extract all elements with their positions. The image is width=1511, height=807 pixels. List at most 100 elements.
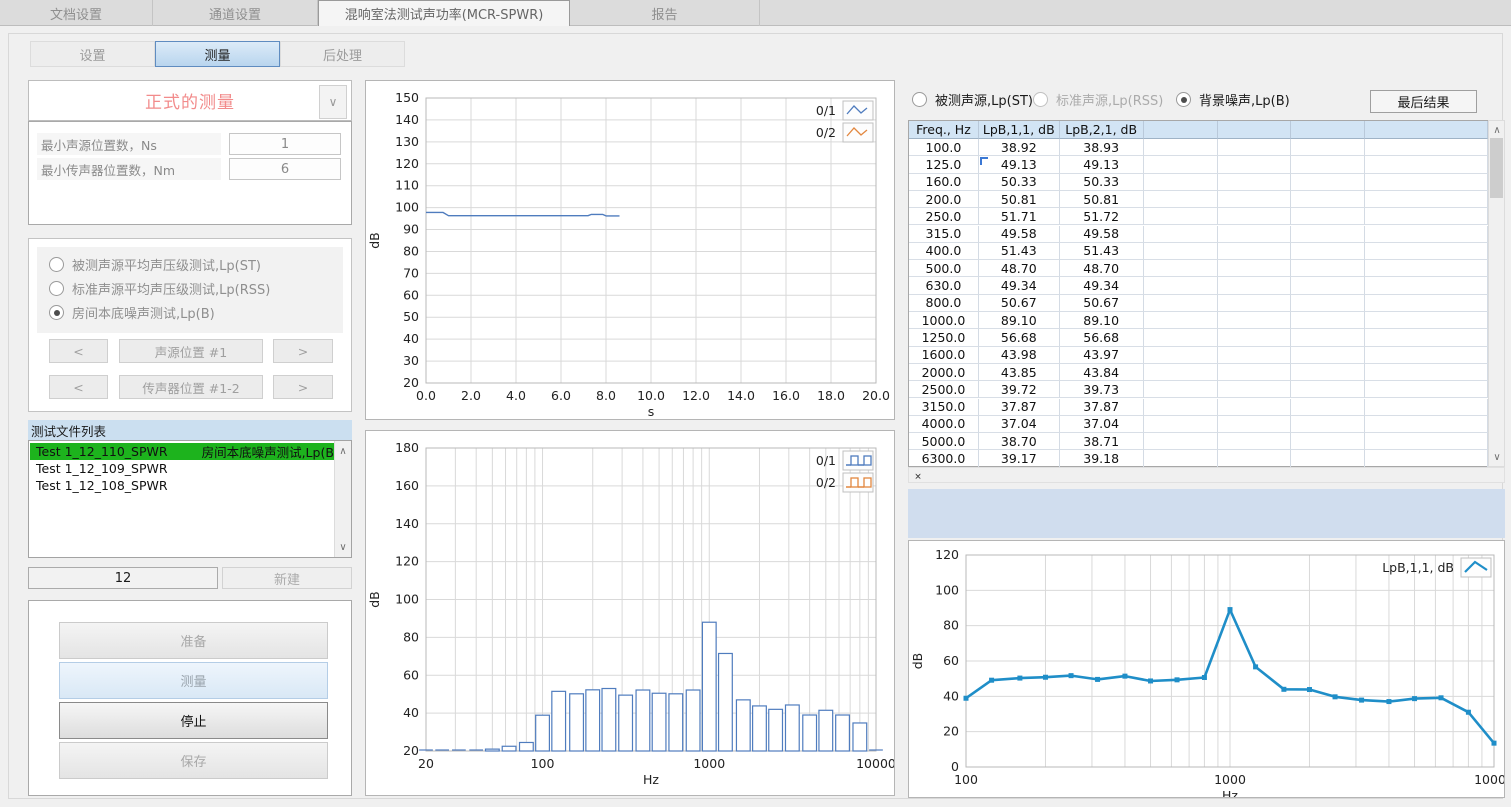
table-cell[interactable] (1218, 156, 1291, 173)
file-list-item[interactable]: Test 1_12_110_SPWR房间本底噪声测试,Lp(B) (30, 443, 336, 460)
test-type-radio[interactable]: 被测声源平均声压级测试,Lp(ST) (49, 255, 261, 274)
table-row[interactable]: 500.048.7048.70 (909, 260, 1488, 277)
table-cell[interactable] (1291, 139, 1365, 156)
table-cell[interactable] (1365, 364, 1488, 381)
table-cell[interactable]: 89.10 (979, 312, 1060, 329)
table-cell[interactable] (1144, 243, 1219, 260)
table-cell[interactable]: 38.70 (979, 433, 1060, 450)
table-cell[interactable]: 50.81 (1060, 191, 1144, 208)
table-cell[interactable] (1218, 174, 1291, 191)
table-cell[interactable]: 3150.0 (909, 399, 979, 416)
table-cell[interactable] (1291, 433, 1365, 450)
table-row[interactable]: 200.050.8150.81 (909, 191, 1488, 208)
table-cell[interactable]: 37.04 (1060, 416, 1144, 433)
table-cell[interactable] (1144, 260, 1219, 277)
table-cell[interactable]: 38.92 (979, 139, 1060, 156)
table-cell[interactable]: 38.93 (1060, 139, 1144, 156)
table-cell[interactable]: 50.67 (1060, 295, 1144, 312)
table-cell[interactable]: 100.0 (909, 139, 979, 156)
table-cell[interactable]: 49.34 (979, 277, 1060, 294)
radio-icon[interactable] (1176, 92, 1191, 107)
table-cell[interactable]: 2500.0 (909, 381, 979, 398)
table-cell[interactable] (1144, 208, 1219, 225)
table-cell[interactable] (1365, 450, 1488, 467)
table-cell[interactable]: 50.81 (979, 191, 1060, 208)
table-cell[interactable]: 37.87 (1060, 399, 1144, 416)
file-count-button[interactable]: 12 (28, 567, 218, 589)
table-cell[interactable] (1218, 381, 1291, 398)
table-cell[interactable]: 56.68 (979, 329, 1060, 346)
action-button-2[interactable]: 测量 (59, 662, 328, 699)
table-cell[interactable] (1291, 450, 1365, 467)
source-position-button[interactable]: 声源位置 #1 (119, 339, 263, 363)
table-cell[interactable]: 51.43 (1060, 243, 1144, 260)
param-value-field[interactable]: 6 (229, 158, 341, 180)
table-cell[interactable] (1144, 364, 1219, 381)
table-cell[interactable] (1144, 347, 1219, 364)
chevron-down-icon[interactable]: ∨ (319, 85, 347, 119)
table-cell[interactable] (1291, 399, 1365, 416)
table-header-cell[interactable] (1144, 121, 1219, 139)
table-cell[interactable]: 39.18 (1060, 450, 1144, 467)
scroll-up-icon[interactable]: ∧ (335, 443, 351, 459)
table-row[interactable]: 1000.089.1089.10 (909, 312, 1488, 329)
table-cell[interactable]: 315.0 (909, 226, 979, 243)
table-row[interactable]: 4000.037.0437.04 (909, 416, 1488, 433)
table-cell[interactable] (1218, 243, 1291, 260)
radio-icon[interactable] (49, 281, 64, 296)
final-result-button[interactable]: 最后结果 (1370, 90, 1477, 113)
table-cell[interactable]: 49.13 (979, 156, 1060, 173)
table-cell[interactable]: 2000.0 (909, 364, 979, 381)
file-list-scrollbar[interactable]: ∧∨ (334, 441, 351, 557)
radio-icon[interactable] (912, 92, 927, 107)
table-cell[interactable] (1291, 156, 1365, 173)
scrollbar-thumb[interactable] (1490, 138, 1503, 198)
file-list-item[interactable]: Test 1_12_108_SPWR (30, 477, 336, 494)
table-cell[interactable] (1291, 191, 1365, 208)
table-cell[interactable] (1291, 364, 1365, 381)
table-cell[interactable] (1218, 450, 1291, 467)
microphone-position-prev-button[interactable]: < (49, 375, 108, 399)
table-cell[interactable]: 39.72 (979, 381, 1060, 398)
table-cell[interactable] (1291, 416, 1365, 433)
table-cell[interactable] (1218, 329, 1291, 346)
table-row[interactable]: 125.049.1349.13 (909, 156, 1488, 173)
test-type-radio[interactable]: 房间本底噪声测试,Lp(B) (49, 303, 215, 322)
table-cell[interactable] (1144, 174, 1219, 191)
table-cell[interactable]: 1000.0 (909, 312, 979, 329)
table-cell[interactable]: 37.87 (979, 399, 1060, 416)
file-list-item[interactable]: Test 1_12_109_SPWR (30, 460, 336, 477)
table-cell[interactable]: 89.10 (1060, 312, 1144, 329)
table-cell[interactable] (1291, 243, 1365, 260)
table-cell[interactable]: 39.17 (979, 450, 1060, 467)
microphone-position-next-button[interactable]: > (273, 375, 333, 399)
table-header-cell[interactable]: LpB,2,1, dB (1060, 121, 1144, 139)
table-cell[interactable] (1144, 295, 1219, 312)
subtab-1[interactable]: 设置 (30, 41, 155, 67)
table-cell[interactable] (1291, 295, 1365, 312)
table-cell[interactable]: 56.68 (1060, 329, 1144, 346)
table-cell[interactable] (1218, 139, 1291, 156)
table-vertical-scrollbar[interactable]: ∧∨ (1488, 120, 1505, 467)
table-cell[interactable] (1365, 260, 1488, 277)
table-cell[interactable] (1291, 312, 1365, 329)
table-cell[interactable] (1365, 399, 1488, 416)
file-list[interactable]: Test 1_12_110_SPWR房间本底噪声测试,Lp(B)Test 1_1… (28, 440, 352, 558)
table-cell[interactable]: 50.67 (979, 295, 1060, 312)
result-radio-2[interactable]: 标准声源,Lp(RSS) (1033, 90, 1163, 109)
table-cell[interactable] (1218, 295, 1291, 312)
table-cell[interactable]: 400.0 (909, 243, 979, 260)
table-cell[interactable] (1218, 191, 1291, 208)
table-cell[interactable] (1144, 226, 1219, 243)
table-cell[interactable]: 160.0 (909, 174, 979, 191)
table-cell[interactable] (1365, 191, 1488, 208)
table-cell[interactable]: 49.58 (1060, 226, 1144, 243)
table-cell[interactable]: 43.85 (979, 364, 1060, 381)
subtab-2[interactable]: 测量 (155, 41, 280, 67)
table-cell[interactable]: 38.71 (1060, 433, 1144, 450)
table-row[interactable]: 315.049.5849.58 (909, 226, 1488, 243)
result-radio-3[interactable]: 背景噪声,Lp(B) (1176, 90, 1290, 109)
table-cell[interactable]: 48.70 (1060, 260, 1144, 277)
tab-3[interactable]: 混响室法测试声功率(MCR-SPWR) (318, 0, 570, 26)
table-cell[interactable] (1218, 433, 1291, 450)
